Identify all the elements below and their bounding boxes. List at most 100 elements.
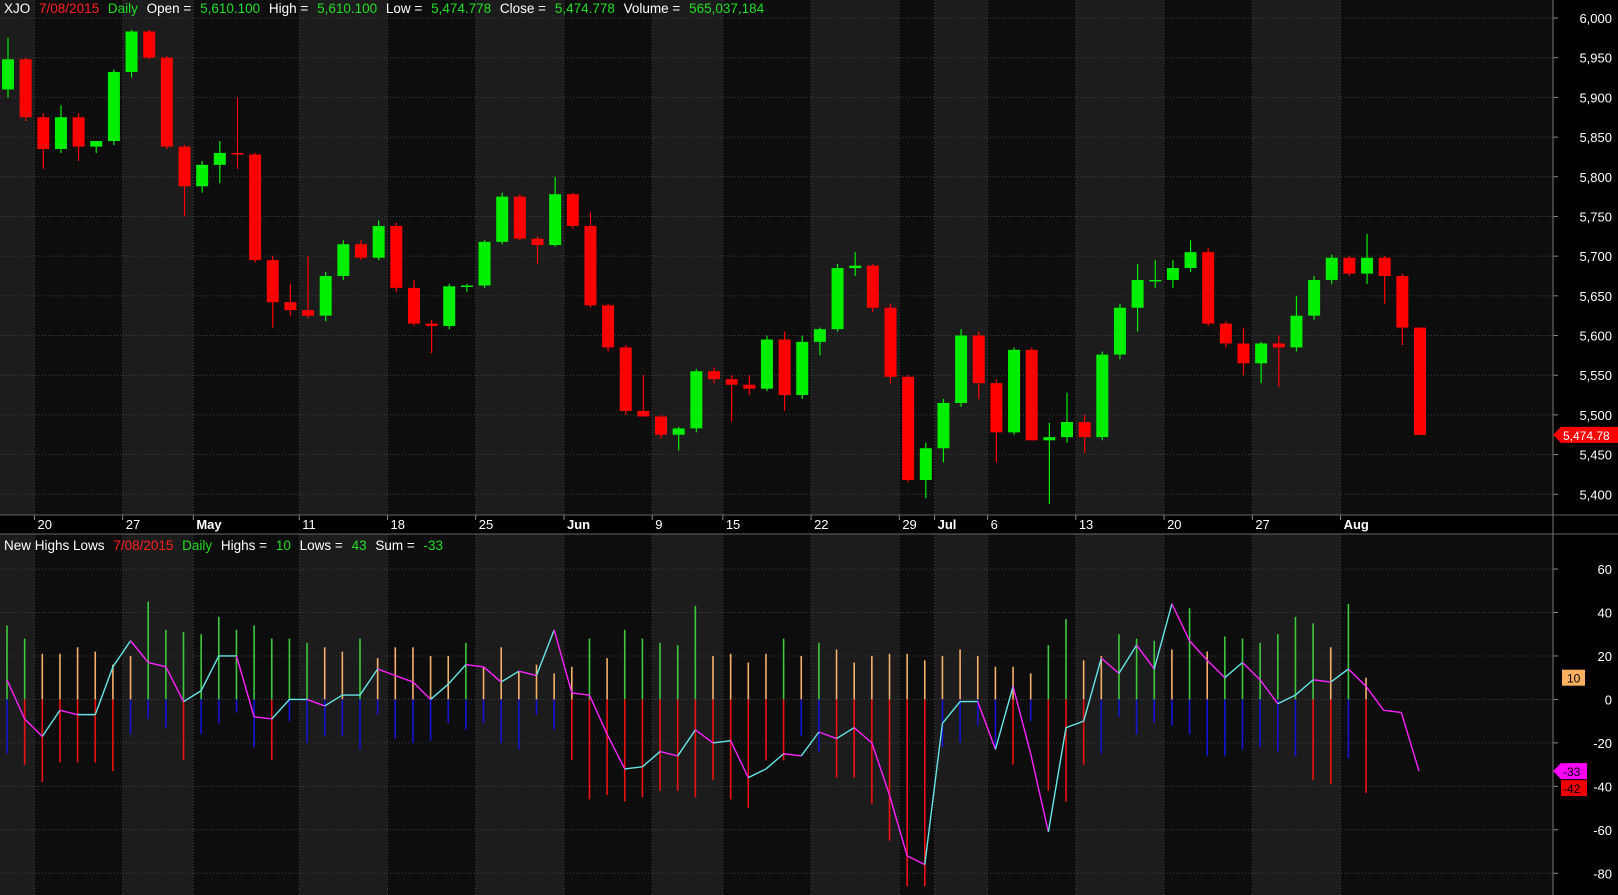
last-price-label: 5,474.78 — [1563, 429, 1610, 443]
candle-body — [407, 287, 420, 324]
indicator-week-band — [811, 534, 900, 895]
candle-body — [284, 302, 297, 311]
candle-body — [355, 244, 367, 258]
price-ytick-label: 6,000 — [1579, 11, 1612, 26]
candle-body — [213, 152, 226, 165]
candle-body — [690, 371, 703, 429]
highs-badge-label: 10 — [1567, 672, 1581, 686]
candle-body — [372, 225, 385, 258]
sum-value: -33 — [423, 538, 444, 553]
high-value: 5,610.100 — [317, 1, 378, 16]
candle-body — [1272, 343, 1285, 348]
price-week-band — [1075, 0, 1165, 515]
candle-body — [390, 225, 403, 288]
lows-badge-label: -42 — [1563, 782, 1581, 796]
low-value: 5,474.778 — [431, 1, 492, 16]
price-ytick-label: 5,750 — [1579, 209, 1612, 224]
price-ytick-label: 5,450 — [1579, 448, 1612, 463]
candle-body — [725, 379, 738, 385]
indicator-week-band — [475, 534, 564, 895]
indicator-header: New Highs Lows 7/08/2015 Daily Highs = 1… — [4, 537, 448, 555]
candle-body — [266, 260, 279, 303]
date-tick-label: Jul — [938, 517, 957, 532]
candle-body — [831, 268, 844, 330]
candle-body — [672, 428, 685, 435]
price-week-band — [1252, 0, 1341, 515]
candle-body — [513, 196, 526, 239]
price-week-band — [722, 0, 812, 515]
indicator-week-band — [1075, 534, 1165, 895]
open-value: 5,610.100 — [200, 1, 261, 16]
chart-canvas: 5,400 5,450 5,500 5,550 5,600 5,650 5,700 5,750… — [0, 0, 1618, 895]
price-ytick-label: 5,800 — [1579, 170, 1612, 185]
date-tick-label: 13 — [1079, 517, 1093, 532]
price-ytick-label: 5,400 — [1579, 487, 1612, 502]
candle-body — [1078, 422, 1091, 438]
candle-body — [549, 194, 562, 246]
price-ytick-label: 5,950 — [1579, 51, 1612, 66]
candle-body — [1166, 268, 1179, 280]
candle-body — [1202, 252, 1215, 324]
candle-body — [125, 31, 138, 72]
candle-body — [602, 305, 615, 348]
candle-body — [478, 241, 491, 286]
indicator-week-band — [899, 534, 935, 895]
date-axis-band — [0, 515, 1553, 532]
candle-body — [90, 141, 103, 147]
candle-body — [107, 71, 120, 142]
symbol-label: XJO — [4, 1, 31, 16]
candle-body — [708, 371, 720, 380]
candle-body — [425, 323, 438, 326]
date-tick-label: 6 — [991, 517, 998, 532]
low-label: Low = — [385, 1, 423, 16]
candle-body — [496, 196, 509, 242]
price-ytick-label: 5,600 — [1579, 329, 1612, 344]
candle-body — [1414, 327, 1426, 435]
indicator-ytick-label: 0 — [1605, 692, 1612, 707]
candle-body — [302, 310, 315, 316]
indicator-week-band — [722, 534, 812, 895]
indicator-period: Daily — [182, 538, 213, 553]
indicator-ytick-label: -40 — [1593, 779, 1612, 794]
candle-body — [760, 339, 773, 389]
high-label: High = — [268, 1, 309, 16]
candle-body — [160, 57, 173, 147]
price-ytick-label: 5,700 — [1579, 249, 1612, 264]
candle-body — [1396, 275, 1409, 328]
candle-body — [1290, 315, 1303, 348]
date-tick-label: 20 — [1167, 517, 1181, 532]
candle-body — [1131, 279, 1144, 308]
date-tick-label: Jun — [567, 517, 590, 532]
candle-body — [655, 416, 668, 435]
indicator-week-band — [387, 534, 476, 895]
indicator-name: New Highs Lows — [4, 538, 105, 553]
candle-body — [919, 448, 932, 480]
candle-body — [54, 117, 67, 149]
candle-body — [1219, 323, 1232, 344]
indicator-week-band — [0, 534, 35, 895]
date-tick-label: 25 — [479, 517, 493, 532]
candle-body — [990, 383, 1003, 433]
candle-body — [1308, 279, 1321, 316]
price-ytick-label: 5,850 — [1579, 130, 1612, 145]
price-ytick-label: 5,550 — [1579, 368, 1612, 383]
candle-body — [319, 275, 332, 316]
candle-body — [1361, 257, 1374, 274]
candle-body — [937, 402, 950, 449]
candle-body — [743, 384, 756, 389]
price-week-band — [122, 0, 194, 515]
indicator-week-band — [299, 534, 388, 895]
candle-body — [531, 238, 544, 246]
price-period: Daily — [107, 1, 138, 16]
candle-body — [778, 339, 791, 396]
candle-body — [196, 164, 209, 187]
candle-body — [249, 154, 262, 261]
indicator-ytick-label: 60 — [1598, 562, 1612, 577]
close-value: 5,474.778 — [554, 1, 615, 16]
candle-body — [813, 329, 826, 342]
candle-body — [1025, 349, 1038, 441]
candle-body — [584, 225, 597, 306]
price-ytick-label: 5,650 — [1579, 289, 1612, 304]
candle-body — [143, 31, 156, 58]
date-tick-label: 27 — [126, 517, 140, 532]
